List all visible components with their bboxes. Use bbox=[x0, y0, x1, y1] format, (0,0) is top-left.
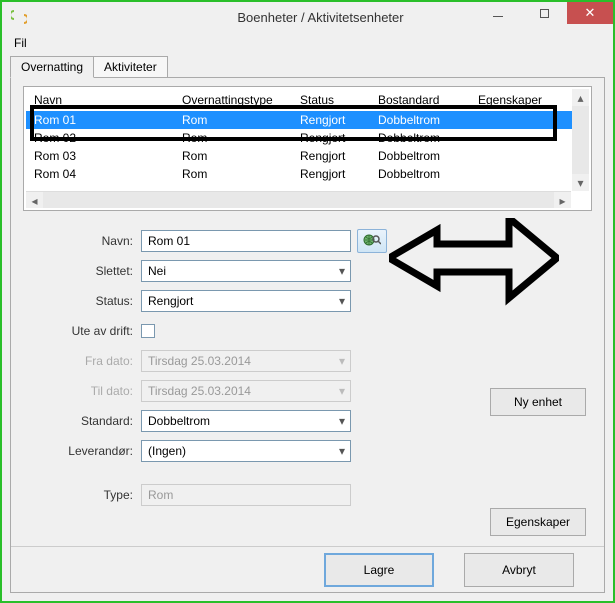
cell-bostandard: Dobbeltrom bbox=[378, 113, 478, 127]
tab-strip: Overnatting Aktiviteter bbox=[10, 56, 605, 78]
cell-navn: Rom 01 bbox=[34, 113, 182, 127]
avbryt-button[interactable]: Avbryt bbox=[464, 553, 574, 587]
minimize-button[interactable] bbox=[475, 2, 521, 24]
leverandor-label: Leverandør: bbox=[11, 444, 141, 458]
til-dato-picker: Tirsdag 25.03.2014 ▾ bbox=[141, 380, 351, 402]
chevron-down-icon: ▾ bbox=[334, 351, 350, 371]
table-row[interactable]: Rom 03RomRengjortDobbeltrom bbox=[26, 147, 589, 165]
ute-av-drift-checkbox[interactable] bbox=[141, 324, 155, 338]
lookup-button[interactable] bbox=[357, 229, 387, 253]
col-egenskaper[interactable]: Egenskaper bbox=[478, 93, 558, 107]
table-row[interactable]: Rom 04RomRengjortDobbeltrom bbox=[26, 165, 589, 183]
standard-dropdown[interactable]: Dobbeltrom ▾ bbox=[141, 410, 351, 432]
til-dato-label: Til dato: bbox=[11, 384, 141, 398]
horizontal-scrollbar[interactable]: ◂ ▸ bbox=[26, 191, 571, 208]
status-label: Status: bbox=[11, 294, 141, 308]
cell-type: Rom bbox=[182, 131, 300, 145]
ute-av-drift-label: Ute av drift: bbox=[11, 324, 141, 338]
menu-fil[interactable]: Fil bbox=[14, 36, 27, 50]
maximize-button[interactable] bbox=[521, 2, 567, 24]
chevron-down-icon: ▾ bbox=[334, 441, 350, 461]
close-button[interactable]: ✕ bbox=[567, 2, 613, 24]
chevron-down-icon: ▾ bbox=[334, 411, 350, 431]
egenskaper-button[interactable]: Egenskaper bbox=[490, 508, 586, 536]
cell-status: Rengjort bbox=[300, 149, 378, 163]
col-status[interactable]: Status bbox=[300, 93, 378, 107]
tab-panel: Navn Overnattingstype Status Bostandard … bbox=[10, 77, 605, 593]
status-dropdown[interactable]: Rengjort ▾ bbox=[141, 290, 351, 312]
navn-label: Navn: bbox=[11, 234, 141, 248]
cell-status: Rengjort bbox=[300, 113, 378, 127]
cell-status: Rengjort bbox=[300, 167, 378, 181]
scroll-left-icon[interactable]: ◂ bbox=[26, 192, 43, 209]
table-row[interactable]: Rom 01RomRengjortDobbeltrom bbox=[26, 111, 589, 129]
type-input bbox=[141, 484, 351, 506]
scroll-right-icon[interactable]: ▸ bbox=[554, 192, 571, 209]
cell-bostandard: Dobbeltrom bbox=[378, 131, 478, 145]
leverandor-dropdown[interactable]: (Ingen) ▾ bbox=[141, 440, 351, 462]
cell-navn: Rom 02 bbox=[34, 131, 182, 145]
cell-navn: Rom 04 bbox=[34, 167, 182, 181]
cell-type: Rom bbox=[182, 167, 300, 181]
scroll-up-icon[interactable]: ▴ bbox=[572, 89, 589, 106]
list-headers: Navn Overnattingstype Status Bostandard … bbox=[26, 89, 589, 111]
dialog-buttons: Lagre Avbryt bbox=[11, 546, 604, 592]
cell-bostandard: Dobbeltrom bbox=[378, 149, 478, 163]
scroll-down-icon[interactable]: ▾ bbox=[572, 174, 589, 191]
menubar: Fil bbox=[2, 32, 613, 54]
titlebar: Boenheter / Aktivitetsenheter ✕ bbox=[2, 2, 613, 32]
lagre-button[interactable]: Lagre bbox=[324, 553, 434, 587]
app-icon bbox=[10, 8, 28, 26]
col-type[interactable]: Overnattingstype bbox=[182, 93, 300, 107]
globe-search-icon bbox=[363, 233, 381, 250]
cell-navn: Rom 03 bbox=[34, 149, 182, 163]
fra-dato-label: Fra dato: bbox=[11, 354, 141, 368]
cell-type: Rom bbox=[182, 149, 300, 163]
cell-type: Rom bbox=[182, 113, 300, 127]
standard-label: Standard: bbox=[11, 414, 141, 428]
chevron-down-icon: ▾ bbox=[334, 261, 350, 281]
vertical-scrollbar[interactable]: ▴ ▾ bbox=[572, 89, 589, 191]
cell-bostandard: Dobbeltrom bbox=[378, 167, 478, 181]
tab-overnatting[interactable]: Overnatting bbox=[10, 56, 94, 78]
chevron-down-icon: ▾ bbox=[334, 381, 350, 401]
detail-form: Navn: bbox=[11, 226, 604, 542]
col-bostandard[interactable]: Bostandard bbox=[378, 93, 478, 107]
unit-list: Navn Overnattingstype Status Bostandard … bbox=[23, 86, 592, 211]
col-navn[interactable]: Navn bbox=[34, 93, 182, 107]
tab-aktiviteter[interactable]: Aktiviteter bbox=[93, 56, 168, 78]
table-row[interactable]: Rom 02RomRengjortDobbeltrom bbox=[26, 129, 589, 147]
chevron-down-icon: ▾ bbox=[334, 291, 350, 311]
type-label: Type: bbox=[11, 488, 141, 502]
navn-input[interactable] bbox=[141, 230, 351, 252]
slettet-dropdown[interactable]: Nei ▾ bbox=[141, 260, 351, 282]
ny-enhet-button[interactable]: Ny enhet bbox=[490, 388, 586, 416]
fra-dato-picker: Tirsdag 25.03.2014 ▾ bbox=[141, 350, 351, 372]
slettet-label: Slettet: bbox=[11, 264, 141, 278]
cell-status: Rengjort bbox=[300, 131, 378, 145]
